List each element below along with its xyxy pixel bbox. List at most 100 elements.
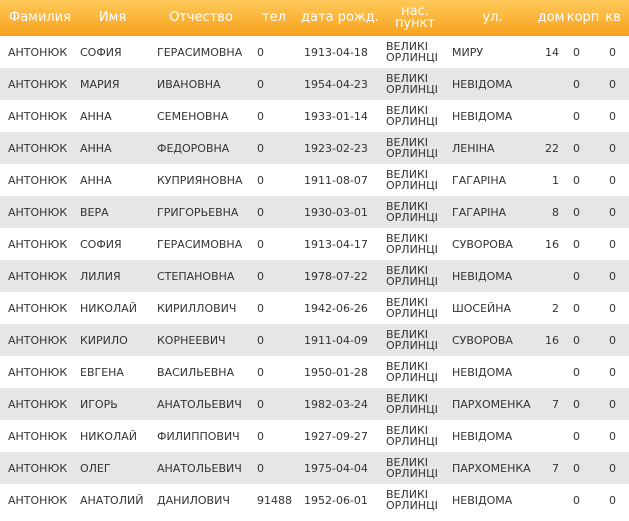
header-birth-date[interactable]: дата рожд. <box>300 0 380 36</box>
cell-apartment: 0 <box>609 493 616 507</box>
cell-patronymic: АНАТОЛЬЕВИЧ <box>157 461 242 475</box>
header-first-name[interactable]: Имя <box>80 0 145 36</box>
cell-settlement: ВЕЛИКІ ОРЛИНЦІ <box>386 232 438 256</box>
cell-phone: 0 <box>257 205 264 219</box>
cell-settlement: ВЕЛИКІ ОРЛИНЦІ <box>386 424 438 448</box>
cell-phone: 0 <box>257 301 264 315</box>
cell-birth-date: 1911-04-09 <box>304 333 368 347</box>
cell-settlement: ВЕЛИКІ ОРЛИНЦІ <box>386 136 438 160</box>
cell-patronymic: КУПРИЯНОВНА <box>157 173 243 187</box>
cell-phone: 0 <box>257 461 264 475</box>
cell-phone: 0 <box>257 365 264 379</box>
cell-surname: АНТОНЮК <box>8 109 68 123</box>
cell-house <box>536 356 559 388</box>
table-row[interactable]: АНТОНЮК НИКОЛАЙ КИРИЛЛОВИЧ 0 1942-06-26 ВЕЛИК… <box>0 292 629 324</box>
header-building[interactable]: корп <box>566 0 600 36</box>
cell-apartment: 0 <box>609 45 616 59</box>
cell-patronymic: АНАТОЛЬЕВИЧ <box>157 397 242 411</box>
table-header: Фамилия Имя Отчество тел дата рожд. нас.… <box>0 0 629 36</box>
cell-surname: АНТОНЮК <box>8 333 68 347</box>
table-row[interactable]: АНТОНЮК АННА ФЕДОРОВНА 0 1923-02-23 ВЕЛИКІ ОР… <box>0 132 629 164</box>
cell-building: 0 <box>573 205 580 219</box>
cell-first-name: НИКОЛАЙ <box>80 301 137 315</box>
cell-house <box>536 484 559 516</box>
cell-settlement: ВЕЛИКІ ОРЛИНЦІ <box>386 296 438 320</box>
cell-first-name: КИРИЛО <box>80 333 128 347</box>
table-row[interactable]: АНТОНЮК ЕВГЕНА ВАСИЛЬЕВНА 0 1950-01-28 ВЕЛИКІ… <box>0 356 629 388</box>
cell-birth-date: 1982-03-24 <box>304 397 368 411</box>
cell-first-name: ЛИЛИЯ <box>80 269 121 283</box>
table-row[interactable]: АНТОНЮК МАРИЯ ИВАНОВНА 0 1954-04-23 ВЕЛИКІ ОР… <box>0 68 629 100</box>
cell-building: 0 <box>573 269 580 283</box>
cell-birth-date: 1927-09-27 <box>304 429 368 443</box>
cell-birth-date: 1913-04-17 <box>304 237 368 251</box>
cell-patronymic: СТЕПАНОВНА <box>157 269 235 283</box>
table-row[interactable]: АНТОНЮК ОЛЕГ АНАТОЛЬЕВИЧ 0 1975-04-04 ВЕЛИКІ … <box>0 452 629 484</box>
cell-birth-date: 1954-04-23 <box>304 77 368 91</box>
cell-street: НЕВІДОМА <box>452 109 513 123</box>
cell-apartment: 0 <box>609 269 616 283</box>
cell-building: 0 <box>573 301 580 315</box>
header-phone[interactable]: тел <box>252 0 296 36</box>
table-row[interactable]: АНТОНЮК СОФИЯ ГЕРАСИМОВНА 0 1913-04-18 ВЕЛИКІ… <box>0 36 629 68</box>
table-row[interactable]: АНТОНЮК АННА КУПРИЯНОВНА 0 1911-08-07 ВЕЛИКІ … <box>0 164 629 196</box>
cell-apartment: 0 <box>609 461 616 475</box>
cell-house: 1 <box>552 173 559 187</box>
cell-apartment: 0 <box>609 301 616 315</box>
cell-birth-date: 1975-04-04 <box>304 461 368 475</box>
table-row[interactable]: АНТОНЮК ВЕРА ГРИГОРЬЕВНА 0 1930-03-01 ВЕЛИКІ … <box>0 196 629 228</box>
cell-birth-date: 1930-03-01 <box>304 205 368 219</box>
table-row[interactable]: АНТОНЮК ЛИЛИЯ СТЕПАНОВНА 0 1978-07-22 ВЕЛИКІ … <box>0 260 629 292</box>
cell-phone: 0 <box>257 45 264 59</box>
table-row[interactable]: АНТОНЮК КИРИЛО КОРНЕЕВИЧ 0 1911-04-09 ВЕЛИКІ … <box>0 324 629 356</box>
header-house[interactable]: дом <box>536 0 566 36</box>
cell-patronymic: ГЕРАСИМОВНА <box>157 45 243 59</box>
cell-apartment: 0 <box>609 77 616 91</box>
cell-surname: АНТОНЮК <box>8 77 68 91</box>
header-patronymic[interactable]: Отчество <box>157 0 245 36</box>
cell-surname: АНТОНЮК <box>8 301 68 315</box>
cell-house: 8 <box>552 205 559 219</box>
cell-first-name: МАРИЯ <box>80 77 120 91</box>
cell-apartment: 0 <box>609 205 616 219</box>
cell-surname: АНТОНЮК <box>8 461 68 475</box>
cell-birth-date: 1911-08-07 <box>304 173 368 187</box>
cell-birth-date: 1978-07-22 <box>304 269 368 283</box>
cell-settlement: ВЕЛИКІ ОРЛИНЦІ <box>386 488 438 512</box>
cell-apartment: 0 <box>609 109 616 123</box>
table-row[interactable]: АНТОНЮК ИГОРЬ АНАТОЛЬЕВИЧ 0 1982-03-24 ВЕЛИКІ… <box>0 388 629 420</box>
cell-settlement: ВЕЛИКІ ОРЛИНЦІ <box>386 360 438 384</box>
cell-street: СУВОРОВА <box>452 237 513 251</box>
cell-patronymic: ГЕРАСИМОВНА <box>157 237 243 251</box>
cell-patronymic: СЕМЕНОВНА <box>157 109 229 123</box>
table-row[interactable]: АНТОНЮК АНАТОЛИЙ ДАНИЛОВИЧ 91488 1952-06-01 В… <box>0 484 629 516</box>
cell-surname: АНТОНЮК <box>8 269 68 283</box>
header-street[interactable]: ул. <box>450 0 535 36</box>
cell-patronymic: ГРИГОРЬЕВНА <box>157 205 239 219</box>
header-settlement[interactable]: нас. пункт <box>384 0 446 36</box>
cell-house: 2 <box>552 301 559 315</box>
cell-phone: 0 <box>257 397 264 411</box>
cell-birth-date: 1950-01-28 <box>304 365 368 379</box>
cell-street: НЕВІДОМА <box>452 429 513 443</box>
table-body: АНТОНЮК СОФИЯ ГЕРАСИМОВНА 0 1913-04-18 ВЕЛИКІ… <box>0 36 629 516</box>
table-row[interactable]: АНТОНЮК СОФИЯ ГЕРАСИМОВНА 0 1913-04-17 ВЕЛИКІ… <box>0 228 629 260</box>
cell-birth-date: 1923-02-23 <box>304 141 368 155</box>
cell-building: 0 <box>573 429 580 443</box>
header-surname[interactable]: Фамилия <box>0 0 80 36</box>
table-row[interactable]: АНТОНЮК АННА СЕМЕНОВНА 0 1933-01-14 ВЕЛИКІ ОР… <box>0 100 629 132</box>
cell-street: НЕВІДОМА <box>452 365 513 379</box>
cell-patronymic: КОРНЕЕВИЧ <box>157 333 226 347</box>
cell-settlement: ВЕЛИКІ ОРЛИНЦІ <box>386 168 438 192</box>
cell-first-name: ИГОРЬ <box>80 397 118 411</box>
cell-apartment: 0 <box>609 333 616 347</box>
cell-street: ШОСЕЙНА <box>452 301 512 315</box>
header-apartment[interactable]: кв <box>600 0 626 36</box>
cell-street: СУВОРОВА <box>452 333 513 347</box>
cell-building: 0 <box>573 77 580 91</box>
cell-building: 0 <box>573 397 580 411</box>
cell-phone: 0 <box>257 77 264 91</box>
cell-first-name: СОФИЯ <box>80 45 122 59</box>
cell-apartment: 0 <box>609 141 616 155</box>
table-row[interactable]: АНТОНЮК НИКОЛАЙ ФИЛИППОВИЧ 0 1927-09-27 ВЕЛИК… <box>0 420 629 452</box>
